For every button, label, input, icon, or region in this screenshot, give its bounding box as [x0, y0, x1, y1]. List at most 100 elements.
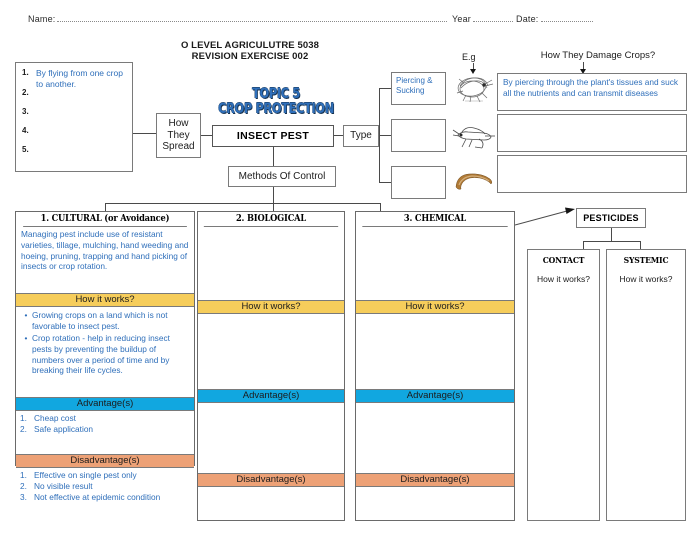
systemic-heading: SYSTEMIC [623, 256, 669, 266]
how-they-spread-box[interactable]: How They Spread [156, 113, 201, 158]
damage-row-2-box[interactable] [497, 114, 687, 152]
pesticide-column-contact[interactable]: CONTACT How it works? [527, 249, 600, 521]
damage-row-3-box[interactable] [497, 155, 687, 193]
how-they-spread-answer-box[interactable]: 1. By flying from one crop to another. 2… [15, 62, 133, 172]
method-column-3-advantage-content[interactable] [356, 403, 514, 473]
method-column-biological[interactable]: 2. BIOLOGICAL How it works? Advantage(s)… [197, 211, 345, 521]
grasshopper-illustration-icon [452, 122, 496, 150]
ordered-item: 2. Safe application [20, 424, 190, 435]
connector-list-to-spread [133, 133, 156, 134]
topic-title: TOPIC 5 CROP PROTECTION [210, 87, 341, 116]
ordered-item-number: 1. [20, 412, 27, 423]
list-item-number: 2. [22, 88, 29, 97]
year-label: Year [452, 14, 471, 24]
pesticides-stem [611, 228, 612, 241]
connector-methods-stem [273, 187, 274, 203]
ordered-item-number: 1. [20, 469, 27, 480]
caterpillar-illustration-icon [452, 168, 496, 194]
damage-row-1-box[interactable]: By piercing through the plant's tissues … [497, 73, 687, 111]
methods-of-control-label: Methods Of Control [238, 170, 326, 182]
name-dotted-line[interactable] [57, 14, 447, 22]
method-column-3-intro[interactable] [356, 227, 514, 300]
list-item[interactable]: 3. [22, 107, 126, 126]
method-column-chemical[interactable]: 3. CHEMICAL How it works? Advantage(s) D… [355, 211, 515, 521]
method-column-3-disadvantage-content[interactable] [356, 487, 514, 553]
exam-title-line1: O LEVEL AGRICULUTRE 5038 [180, 40, 320, 51]
year-dotted-line[interactable] [473, 14, 513, 22]
bullet-text: Crop rotation - help in reducing insect … [32, 332, 170, 376]
ordered-item-number: 3. [20, 492, 27, 502]
connector-to-column-1 [105, 203, 106, 211]
method-column-2-advantage-label: Advantage(s) [198, 388, 344, 403]
damage-heading: How They Damage Crops? [540, 50, 656, 61]
method-column-2-intro[interactable] [198, 227, 344, 300]
date-dotted-line[interactable] [541, 14, 593, 22]
type-row-3-box[interactable] [391, 166, 446, 199]
method-column-1-how-content[interactable]: • Growing crops on a land which is not f… [16, 307, 194, 397]
method-column-2-disadvantage-label: Disadvantage(s) [198, 472, 344, 487]
method-column-3-advantage-label: Advantage(s) [356, 388, 514, 403]
list-item-text [36, 126, 126, 145]
bullet-marker-icon: • [24, 309, 28, 320]
ordered-item: 2. No visible result [20, 481, 190, 492]
bullet-item: • Crop rotation - help in reducing insec… [20, 333, 190, 376]
connector-to-column-3 [380, 203, 381, 211]
method-column-2-disadvantage-content[interactable] [198, 487, 344, 553]
pesticides-bus [583, 241, 640, 242]
method-column-1-advantage-content[interactable]: 1. Cheap cost 2. Safe application [16, 411, 194, 454]
list-item-text: By flying from one crop to another. [36, 68, 123, 89]
methods-of-control-box[interactable]: Methods Of Control [228, 166, 336, 187]
ordered-item: 1. Cheap cost [20, 413, 190, 424]
worksheet-page: Name: Year Date: O LEVEL AGRICULUTRE 503… [0, 0, 700, 532]
type-label: Type [350, 130, 372, 142]
method-column-1-intro: Managing pest include use of resistant v… [21, 229, 189, 272]
ordered-item-text: No visible result [34, 480, 93, 491]
damage-row-1-text: By piercing through the plant's tissues … [503, 77, 678, 99]
list-item-number: 5. [22, 145, 29, 154]
ordered-item: 3. Not effective at epidemic condition [20, 492, 190, 503]
method-column-2-advantage-content[interactable] [198, 403, 344, 473]
list-item[interactable]: 4. [22, 126, 126, 145]
type-row-1-label: Piercing & Sucking [396, 76, 433, 96]
pesticides-branch-contact [583, 241, 584, 249]
ordered-item-number: 2. [20, 423, 27, 434]
ordered-item: 1. Effective on single pest only [20, 470, 190, 481]
type-branch-3 [379, 182, 391, 183]
insect-pest-box[interactable]: INSECT PEST [212, 125, 334, 147]
list-item-number: 4. [22, 126, 29, 135]
method-column-2-how-label: How it works? [198, 300, 344, 314]
pesticides-box[interactable]: PESTICIDES [576, 208, 646, 228]
list-item[interactable]: 1. By flying from one crop to another. [22, 68, 126, 89]
systemic-question: How it works? [619, 274, 673, 284]
method-column-2-how-content[interactable] [198, 314, 344, 389]
type-branch-1 [379, 88, 391, 89]
method-column-1-disadvantage-content[interactable]: 1. Effective on single pest only 2. No v… [16, 468, 194, 506]
pesticide-column-systemic[interactable]: SYSTEMIC How it works? [606, 249, 686, 521]
eg-label: E.g [462, 52, 476, 62]
how-they-spread-label: How They Spread [162, 118, 194, 153]
list-item[interactable]: 5. [22, 145, 126, 164]
contact-heading: CONTACT [542, 256, 585, 266]
list-item-text [36, 145, 126, 164]
method-column-1-heading: 1. CULTURAL (or Avoidance) [23, 212, 187, 227]
type-box[interactable]: Type [343, 125, 379, 147]
type-row-2-box[interactable] [391, 119, 446, 152]
method-column-3-how-content[interactable] [356, 314, 514, 389]
connector-insect-to-type [334, 135, 343, 136]
insect-pest-label: INSECT PEST [236, 130, 310, 142]
ordered-item-text: Safe application [34, 423, 94, 434]
method-column-cultural[interactable]: 1. CULTURAL (or Avoidance) Managing pest… [15, 211, 195, 502]
date-label: Date: [516, 14, 539, 24]
pesticides-label: PESTICIDES [583, 213, 639, 223]
list-item[interactable]: 2. [22, 88, 126, 107]
exam-title-line2: REVISION EXERCISE 002 [191, 51, 309, 62]
type-row-1-box[interactable]: Piercing & Sucking [391, 72, 446, 105]
how-they-spread-line3: Spread [162, 141, 195, 153]
method-column-1-how-label: How it works? [16, 293, 194, 307]
method-column-1-advantage-label: Advantage(s) [16, 396, 194, 411]
method-column-3-how-label: How it works? [356, 300, 514, 314]
ordered-item-text: Not effective at epidemic condition [34, 492, 161, 502]
connector-chemical-to-pesticides [515, 205, 577, 227]
method-column-1-disadvantage-label: Disadvantage(s) [16, 453, 194, 468]
type-branch-2 [379, 135, 391, 136]
